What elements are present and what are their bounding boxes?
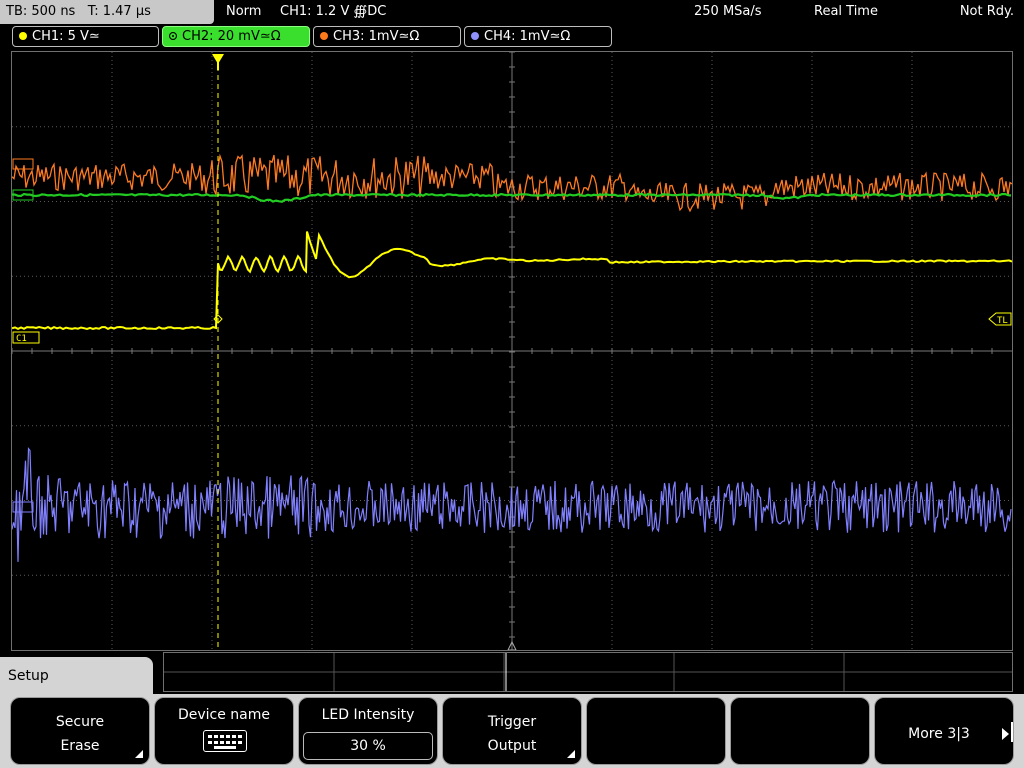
overview-grid [164,653,1012,691]
trigger-output-label-1: Trigger [487,714,537,730]
more-button[interactable]: More 3|3 [874,697,1014,765]
device-name-button[interactable]: Device name [154,697,294,765]
timebase-readout[interactable]: TB: 500 ns T: 1.47 µs [0,0,214,24]
channel-tab-ch4[interactable]: CH4: 1mV≃Ω [464,26,612,47]
submenu-corner-icon [135,750,143,758]
ch3-label: CH3: 1mV≃Ω [333,29,420,44]
trigger-mode[interactable]: Norm [226,0,261,24]
trigger-level-marker[interactable]: TL [988,312,1012,326]
channel-bar: CH1: 5 V≃ CH2: 20 mV≃Ω CH3: 1mV≃Ω CH4: 1… [0,26,1024,48]
secure-erase-label-2: Erase [60,738,100,754]
channel-tab-ch3[interactable]: CH3: 1mV≃Ω [313,26,461,47]
overview-strip [163,652,1013,692]
ch4-label: CH4: 1mV≃Ω [484,29,571,44]
menu-title: Setup [0,657,153,697]
secure-erase-button[interactable]: Secure Erase [10,697,150,765]
more-divider [1011,722,1013,742]
status-bar: TB: 500 ns T: 1.47 µs Norm CH1: 1.2 V ∰D… [0,0,1024,24]
led-intensity-value: 30 % [303,732,433,760]
trigger-output-label-2: Output [487,738,537,754]
waveform-display[interactable]: C1 TL [11,51,1013,651]
secure-erase-label-1: Secure [55,714,105,730]
trigger-state: Not Rdy. [959,4,1014,19]
softkey-5-empty[interactable] [586,697,726,765]
acquisition-mode: Real Time [814,4,878,19]
led-intensity-button[interactable]: LED Intensity 30 % [298,697,438,765]
channel-tab-ch2[interactable]: CH2: 20 mV≃Ω [162,26,310,47]
led-intensity-label: LED Intensity [321,707,415,723]
ch2-label: CH2: 20 mV≃Ω [182,29,281,44]
device-name-label: Device name [177,707,271,723]
ch1-label: CH1: 5 V≃ [32,29,100,44]
trigger-output-button[interactable]: Trigger Output [442,697,582,765]
trigger-settings[interactable]: CH1: 1.2 V ∰DC [280,0,386,24]
arrow-right-icon [1002,728,1009,740]
channel-tab-ch1[interactable]: CH1: 5 V≃ [12,26,159,47]
ch1-dot-icon [19,32,27,40]
sample-rate: 250 MSa/s [694,4,762,19]
svg-text:TL: TL [997,316,1008,326]
waveform-canvas: C1 TL [12,52,1012,650]
submenu-corner-icon [567,750,575,758]
ch1-offset-marker[interactable]: C1 [12,331,40,344]
keyboard-icon [203,730,247,752]
ch2-dot-icon [169,32,177,40]
svg-text:C1: C1 [16,334,27,344]
softkey-6-empty[interactable] [730,697,870,765]
more-label: More 3|3 [908,726,970,742]
ch4-dot-icon [471,32,479,40]
softkey-bar: Secure Erase Device name LED Intensity 3… [0,694,1024,768]
grid [12,52,1012,650]
ch3-dot-icon [320,32,328,40]
